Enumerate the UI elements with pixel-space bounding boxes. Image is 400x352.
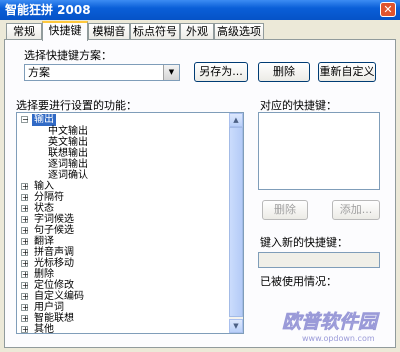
expand-icon[interactable]: + <box>21 205 29 213</box>
add-shortcut-button[interactable]: 添加... <box>332 200 380 220</box>
expand-icon[interactable]: + <box>21 216 29 224</box>
svg-text:www.opdown.com: www.opdown.com <box>302 334 375 343</box>
expand-icon[interactable]: + <box>21 260 29 268</box>
expand-icon[interactable]: + <box>21 293 29 301</box>
tab-general[interactable]: 常规 <box>6 23 42 39</box>
expand-icon[interactable]: + <box>21 326 29 333</box>
close-icon: ✕ <box>383 3 393 16</box>
save-as-button[interactable]: 另存为... <box>194 62 248 82</box>
tree-item-label: 输出 <box>32 114 56 126</box>
redefine-button[interactable]: 重新自定义 <box>318 62 376 82</box>
title-bar: 智能狂拼 2008 ✕ <box>0 0 400 20</box>
delete-scheme-button[interactable]: 删除 <box>258 62 310 82</box>
watermark-graphic: 欧普软件园 www.opdown.com <box>282 311 381 343</box>
delete-shortcut-button[interactable]: 删除 <box>262 200 308 220</box>
tab-appearance[interactable]: 外观 <box>180 23 214 39</box>
window-title: 智能狂拼 2008 <box>5 3 91 17</box>
expand-icon[interactable]: + <box>21 183 29 191</box>
chevron-down-icon[interactable]: ▼ <box>163 65 179 80</box>
expand-icon[interactable]: + <box>21 282 29 290</box>
scheme-selected-value: 方案 <box>28 66 50 79</box>
tab-fuzzy[interactable]: 模糊音 <box>88 23 130 39</box>
svg-text:欧普软件园: 欧普软件园 <box>282 311 380 333</box>
expand-icon[interactable]: + <box>21 271 29 279</box>
expand-icon[interactable]: + <box>21 315 29 323</box>
expand-icon[interactable]: + <box>21 249 29 257</box>
close-button[interactable]: ✕ <box>380 2 396 17</box>
new-key-label: 键入新的快捷键： <box>260 236 348 249</box>
tab-advanced[interactable]: 高级选项 <box>214 23 264 39</box>
watermark-logo: 欧普软件园 www.opdown.com <box>276 300 394 346</box>
collapse-icon[interactable]: − <box>21 116 29 124</box>
shortcuts-label: 对应的快捷键： <box>260 99 337 112</box>
tree-item-word-by-word-confirm[interactable]: 逐词确认 <box>48 170 88 182</box>
scroll-thumb[interactable] <box>229 127 243 317</box>
scheme-select[interactable]: 方案 ▼ <box>24 64 180 81</box>
scroll-up-icon[interactable]: ▲ <box>229 113 243 127</box>
expand-icon[interactable]: + <box>21 194 29 202</box>
scheme-label: 选择快捷键方案： <box>24 49 112 62</box>
expand-icon[interactable]: + <box>21 238 29 246</box>
tree-item-label: 其他 <box>34 324 54 334</box>
used-status-label: 已被使用情况： <box>260 275 337 288</box>
expand-icon[interactable]: + <box>21 227 29 235</box>
functions-label: 选择要进行设置的功能： <box>16 99 137 112</box>
tab-punctuation[interactable]: 标点符号 <box>130 23 180 39</box>
expand-icon[interactable]: + <box>21 304 29 312</box>
scroll-down-icon[interactable]: ▼ <box>229 319 243 333</box>
tab-shortcuts[interactable]: 快捷键 <box>42 21 88 41</box>
shortcuts-list[interactable] <box>258 112 380 190</box>
new-key-input[interactable] <box>258 252 380 268</box>
tree-scrollbar[interactable]: ▲ ▼ <box>229 113 243 333</box>
functions-tree[interactable]: − 输出 中文输出 英文输出 联想输出 逐词输出 逐词确认 + 输入 + 分隔符… <box>16 112 244 334</box>
